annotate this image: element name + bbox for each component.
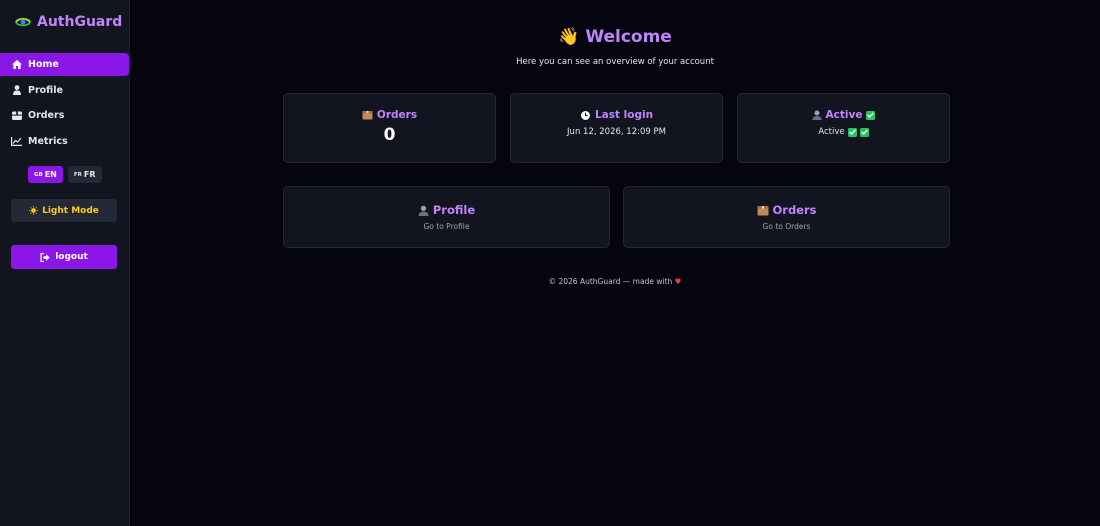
card-title-text: Active (825, 109, 863, 121)
sidebar-nav: Home Profile Orders Metrics (0, 53, 129, 155)
flag-fr-icon: FR (73, 171, 82, 178)
sidebar-item-label: Metrics (28, 135, 68, 147)
link-subtitle: Go to Orders (762, 222, 811, 231)
orders-stat-card: Orders 0 (283, 93, 496, 163)
orders-link-card[interactable]: Orders Go to Orders (623, 186, 950, 248)
sun-icon (29, 206, 39, 215)
brand-name: AuthGuard (37, 14, 123, 30)
check-icon (847, 127, 857, 137)
check-icon (866, 110, 876, 120)
sidebar-item-metrics[interactable]: Metrics (0, 130, 129, 153)
sidebar-item-home[interactable]: Home (0, 53, 129, 76)
sidebar: AuthGuard Home Profile Orders Metrics GB… (0, 0, 130, 526)
sidebar-item-label: Profile (28, 84, 63, 96)
flag-gb-icon: GB (34, 171, 43, 178)
status-value: Active (818, 127, 869, 137)
link-subtitle: Go to Profile (423, 222, 470, 231)
language-fr-button[interactable]: FR FR (67, 166, 102, 183)
link-title-text: Profile (432, 203, 476, 217)
orders-count: 0 (383, 125, 396, 145)
heart-icon: ♥ (674, 277, 682, 286)
light-mode-button[interactable]: Light Mode (11, 199, 117, 222)
page-title: 👋 Welcome (130, 25, 1100, 49)
page-title-text: Welcome (585, 27, 672, 47)
status-card: Active Active (737, 93, 950, 163)
link-title-text: Orders (772, 203, 817, 217)
profile-link-card[interactable]: Profile Go to Profile (283, 186, 610, 248)
sidebar-item-orders[interactable]: Orders (0, 104, 129, 127)
brand[interactable]: AuthGuard (15, 12, 122, 32)
status-text: Active (818, 127, 845, 137)
package-icon (362, 110, 373, 120)
language-en-button[interactable]: GB EN (28, 166, 63, 183)
card-title: Orders (362, 109, 417, 121)
package-icon (11, 110, 22, 121)
chart-icon (11, 136, 22, 147)
clock-icon (579, 109, 591, 121)
check-icon (859, 127, 869, 137)
user-icon (11, 85, 22, 96)
card-title-text: Orders (376, 109, 418, 121)
light-mode-label: Light Mode (42, 205, 99, 216)
user-icon (812, 110, 822, 120)
sidebar-item-label: Orders (28, 110, 65, 121)
sidebar-item-label: Home (28, 59, 59, 70)
logout-label: logout (55, 252, 88, 262)
package-icon (757, 205, 769, 216)
page-subtitle: Here you can see an overview of your acc… (516, 57, 714, 67)
last-login-value: Jun 12, 2026, 12:09 PM (567, 127, 666, 137)
logout-icon (40, 252, 50, 262)
link-title: Orders (757, 203, 817, 217)
card-title: Active (812, 109, 876, 121)
language-label: FR (83, 170, 96, 179)
footer-text: © 2026 AuthGuard — made with (548, 277, 673, 286)
sidebar-item-profile[interactable]: Profile (0, 79, 129, 102)
language-switcher: GB EN FR FR (28, 166, 102, 183)
link-title: Profile (418, 203, 475, 217)
logout-button[interactable]: logout (11, 245, 117, 269)
eye-icon (15, 16, 31, 28)
wave-icon: 👋 (558, 27, 580, 47)
last-login-card: Last login Jun 12, 2026, 12:09 PM (510, 93, 723, 163)
card-title-text: Last login (594, 109, 654, 121)
language-label: EN (44, 170, 57, 179)
home-icon (11, 59, 22, 70)
user-icon (418, 205, 429, 216)
card-title: Last login (579, 109, 654, 121)
footer: © 2026 AuthGuard — made with ♥ (130, 277, 1100, 286)
